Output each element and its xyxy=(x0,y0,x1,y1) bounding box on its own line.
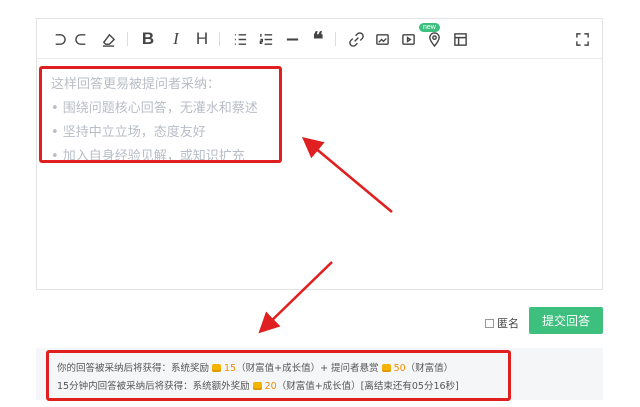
fullscreen-icon[interactable] xyxy=(573,30,591,48)
coin-icon xyxy=(252,382,262,390)
italic-button[interactable]: I xyxy=(167,29,185,48)
table-icon[interactable] xyxy=(451,30,469,48)
anonymous-checkbox[interactable]: 匿名 xyxy=(485,315,519,331)
bold-button[interactable]: B xyxy=(139,29,157,48)
coin-icon xyxy=(381,364,391,372)
anonymous-label: 匿名 xyxy=(497,317,519,330)
editor-toolbar: B I H ❝ new xyxy=(37,19,602,59)
reward-line-2: 15分钟内回答被采纳后将获得：系统额外奖励 20（财富值+成长值）[离结束还有05… xyxy=(57,381,459,392)
video-icon[interactable] xyxy=(399,30,417,48)
toolbar-divider xyxy=(335,32,336,46)
eraser-icon[interactable] xyxy=(99,30,117,48)
toolbar-divider xyxy=(127,32,128,46)
ordered-list-icon[interactable] xyxy=(257,30,275,48)
link-icon[interactable] xyxy=(347,30,365,48)
checkbox-square[interactable] xyxy=(485,318,494,328)
image-icon[interactable] xyxy=(373,30,391,48)
heading-button[interactable]: H xyxy=(193,29,211,48)
undo-icon[interactable] xyxy=(49,30,67,48)
annotation-box xyxy=(46,350,511,401)
toolbar-divider xyxy=(219,32,220,46)
submit-answer-button[interactable]: 提交回答 xyxy=(529,307,603,334)
redo-icon[interactable] xyxy=(73,30,91,48)
location-icon[interactable] xyxy=(425,30,443,48)
horizontal-rule-icon[interactable] xyxy=(283,30,301,48)
reward-line-1: 你的回答被采纳后将获得：系统奖励 15（财富值+成长值）+ 提问者悬赏 50（财富值… xyxy=(57,363,454,374)
quote-icon[interactable]: ❝ xyxy=(309,29,327,51)
coin-icon xyxy=(212,364,222,372)
annotation-box xyxy=(39,66,282,163)
unordered-list-icon[interactable] xyxy=(231,30,249,48)
